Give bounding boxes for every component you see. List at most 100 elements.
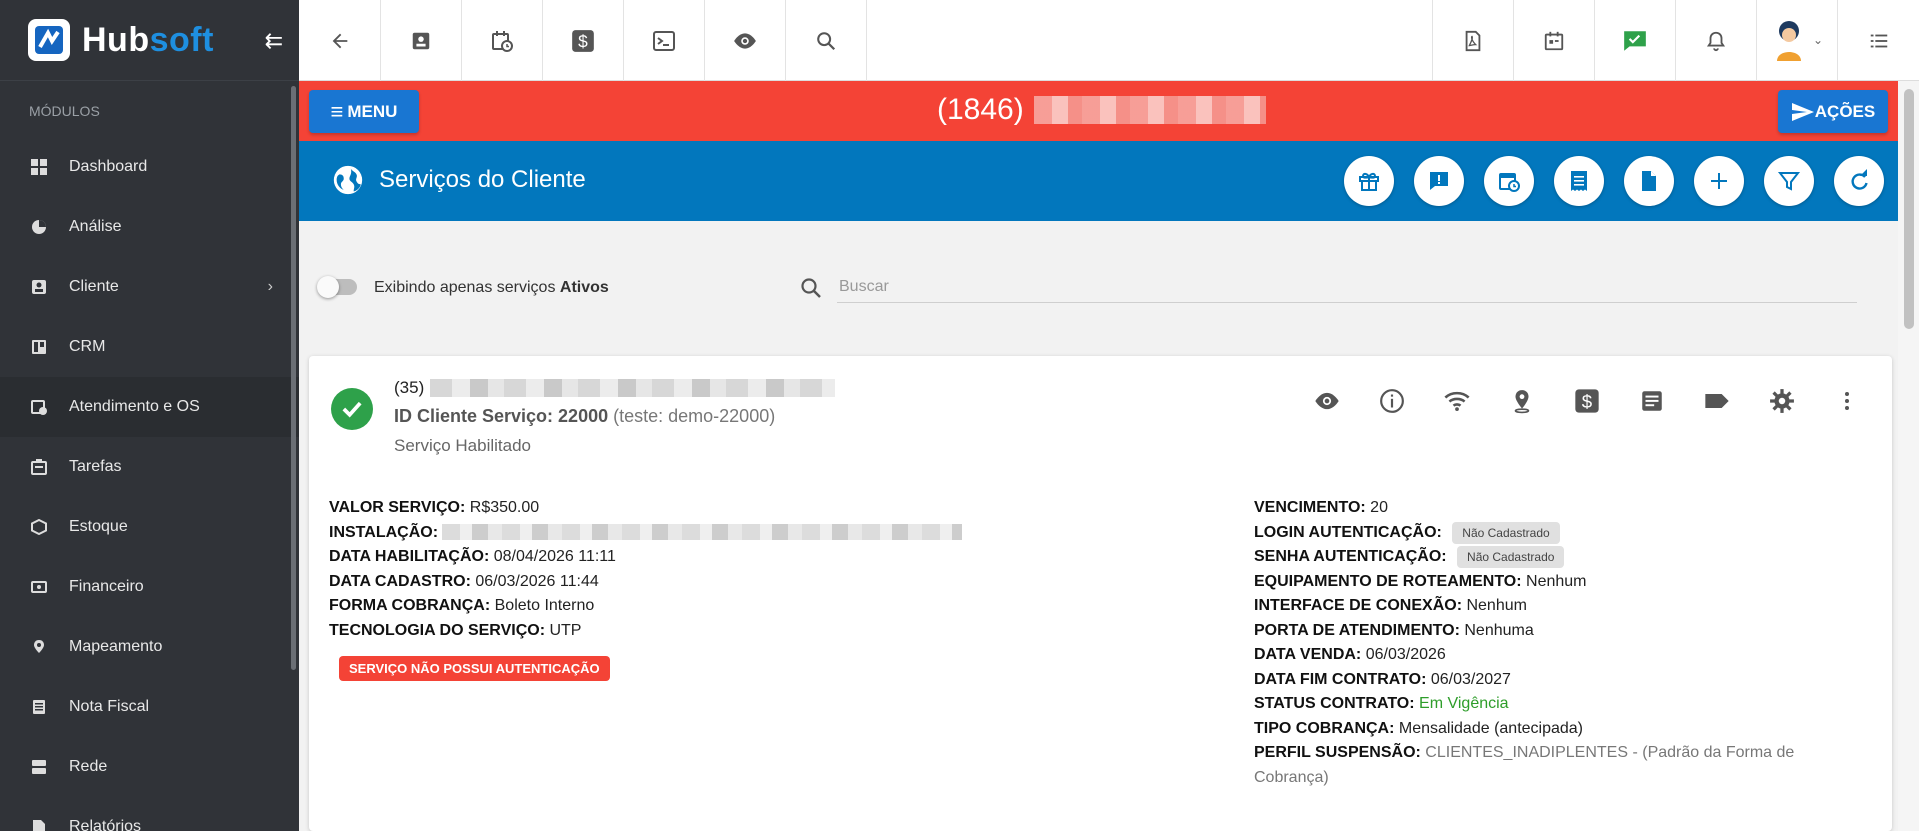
document-button[interactable] xyxy=(1624,156,1674,206)
search-input[interactable] xyxy=(837,271,1857,303)
search-button[interactable] xyxy=(786,0,867,81)
arrow-left-icon xyxy=(332,33,347,48)
field-tipo-cobranca: TIPO COBRANÇA: Mensalidade (antecipada) xyxy=(1254,719,1584,737)
info-button[interactable] xyxy=(1377,386,1407,416)
refresh-icon xyxy=(1851,169,1868,190)
no-auth-badge: SERVIÇO NÃO POSSUI AUTENTICAÇÃO xyxy=(339,656,610,681)
feedback-button[interactable] xyxy=(1414,156,1464,206)
calendar-clock-icon xyxy=(30,398,48,416)
box-icon xyxy=(30,518,48,536)
brand: Hubsoft ⇇ xyxy=(0,0,299,81)
money-icon xyxy=(30,578,48,596)
calendar-tasks-button[interactable] xyxy=(1514,0,1595,81)
client-header-bar: ≡ MENU (1846) AÇÕES xyxy=(299,81,1898,141)
user-menu[interactable]: ⌄ xyxy=(1757,0,1838,80)
notes-button[interactable] xyxy=(1637,386,1667,416)
sidebar-item-tarefas[interactable]: Tarefas xyxy=(0,437,299,497)
service-details-right: VENCIMENTO: 20 LOGIN AUTENTICAÇÃO: Não C… xyxy=(1254,496,1814,790)
page-scrollbar[interactable] xyxy=(1898,81,1919,831)
receipt-icon xyxy=(1571,171,1587,191)
sidebar-item-crm[interactable]: CRM xyxy=(0,317,299,377)
section-title: Serviços do Cliente xyxy=(331,163,586,197)
billing-button[interactable]: $ xyxy=(1572,386,1602,416)
wifi-button[interactable] xyxy=(1442,386,1472,416)
filter-button[interactable] xyxy=(1764,156,1814,206)
chevron-down-icon: ⌄ xyxy=(1812,33,1824,47)
schedule-button[interactable] xyxy=(462,0,543,81)
sidebar-item-rede[interactable]: Rede xyxy=(0,737,299,797)
field-data-fim-contrato: DATA FIM CONTRATO: 06/03/2027 xyxy=(1254,670,1511,688)
list-menu-button[interactable] xyxy=(1838,0,1919,81)
sidebar-item-analise[interactable]: Análise xyxy=(0,197,299,257)
active-services-toggle[interactable] xyxy=(317,276,357,298)
search-icon xyxy=(799,276,823,305)
brand-name: Hubsoft xyxy=(82,20,214,59)
map-pin-icon xyxy=(1514,390,1530,414)
sidebar-item-relatorios[interactable]: Relatórios xyxy=(0,797,299,831)
more-options-button[interactable] xyxy=(1832,386,1862,416)
menu-button[interactable]: ≡ MENU xyxy=(309,90,419,133)
calendar-clock-icon xyxy=(492,30,513,52)
sidebar-item-atendimento[interactable]: Atendimento e OS xyxy=(0,377,299,437)
sidebar-item-label: Estoque xyxy=(69,518,128,535)
sidebar-item-mapeamento[interactable]: Mapeamento xyxy=(0,617,299,677)
location-button[interactable] xyxy=(1507,386,1537,416)
sidebar-item-label: Mapeamento xyxy=(69,638,163,655)
dashboard-icon xyxy=(30,158,48,176)
section-actions xyxy=(1324,156,1884,206)
field-forma-cobranca: FORMA COBRANÇA: Boleto Interno xyxy=(329,597,595,614)
notifications-button[interactable] xyxy=(1676,0,1757,81)
tag-button[interactable] xyxy=(1702,386,1732,416)
filter-icon xyxy=(1777,172,1801,191)
sidebar-item-financeiro[interactable]: Financeiro xyxy=(0,557,299,617)
scrollbar-thumb[interactable] xyxy=(1904,89,1914,329)
bell-icon xyxy=(1706,31,1726,51)
tasks-icon xyxy=(30,458,48,476)
sidebar-item-dashboard[interactable]: Dashboard xyxy=(0,137,299,197)
sidebar-item-label: Atendimento e OS xyxy=(69,398,200,415)
add-service-button[interactable] xyxy=(1694,156,1744,206)
sidebar-item-estoque[interactable]: Estoque xyxy=(0,497,299,557)
service-actions: $ xyxy=(1277,386,1862,416)
eye-icon xyxy=(1315,392,1339,410)
view-button[interactable] xyxy=(705,0,786,81)
sidebar-item-label: Rede xyxy=(69,758,108,775)
field-data-venda: DATA VENDA: 06/03/2026 xyxy=(1254,646,1446,663)
toggle-label: Exibindo apenas serviços Ativos xyxy=(374,279,609,296)
client-card-button[interactable] xyxy=(381,0,462,81)
chevron-right-icon: › xyxy=(267,278,273,295)
settings-button[interactable] xyxy=(1767,386,1797,416)
acoes-button[interactable]: AÇÕES xyxy=(1778,90,1888,133)
receipt-button[interactable] xyxy=(1554,156,1604,206)
sidebar-scrollbar[interactable] xyxy=(291,86,296,670)
toolbar-spacer xyxy=(867,0,1433,80)
report-icon xyxy=(30,818,48,831)
back-button[interactable] xyxy=(299,0,381,81)
refresh-button[interactable] xyxy=(1834,156,1884,206)
messages-button[interactable] xyxy=(1595,0,1676,81)
sidebar-item-label: Nota Fiscal xyxy=(69,698,150,715)
dollar-icon: $ xyxy=(572,29,594,52)
financial-button[interactable]: $ xyxy=(543,0,624,81)
field-valor-servico: VALOR SERVIÇO: R$350.00 xyxy=(329,499,540,516)
redacted-service-name xyxy=(430,379,836,397)
sidebar-item-label: Cliente xyxy=(69,278,119,295)
view-service-button[interactable] xyxy=(1312,386,1342,416)
gift-icon xyxy=(1359,172,1379,191)
sidebar-item-cliente[interactable]: Cliente › xyxy=(0,257,299,317)
document-icon xyxy=(30,698,48,716)
search-icon xyxy=(817,31,836,50)
server-icon xyxy=(30,758,48,776)
pdf-icon xyxy=(1465,30,1481,51)
gift-button[interactable] xyxy=(1344,156,1394,206)
schedule-service-button[interactable] xyxy=(1484,156,1534,206)
sidebar-item-nota-fiscal[interactable]: Nota Fiscal xyxy=(0,677,299,737)
redacted-client-name xyxy=(1033,96,1266,124)
sidebar-item-label: Relatórios xyxy=(69,818,142,831)
field-perfil-suspensao: PERFIL SUSPENSÃO: CLIENTES_INADIPLENTES … xyxy=(1254,744,1795,786)
info-icon xyxy=(1380,389,1404,413)
terminal-button[interactable] xyxy=(624,0,705,81)
pdf-button[interactable] xyxy=(1433,0,1514,81)
collapse-sidebar-icon[interactable]: ⇇ xyxy=(265,28,283,54)
contact-icon xyxy=(30,278,48,296)
